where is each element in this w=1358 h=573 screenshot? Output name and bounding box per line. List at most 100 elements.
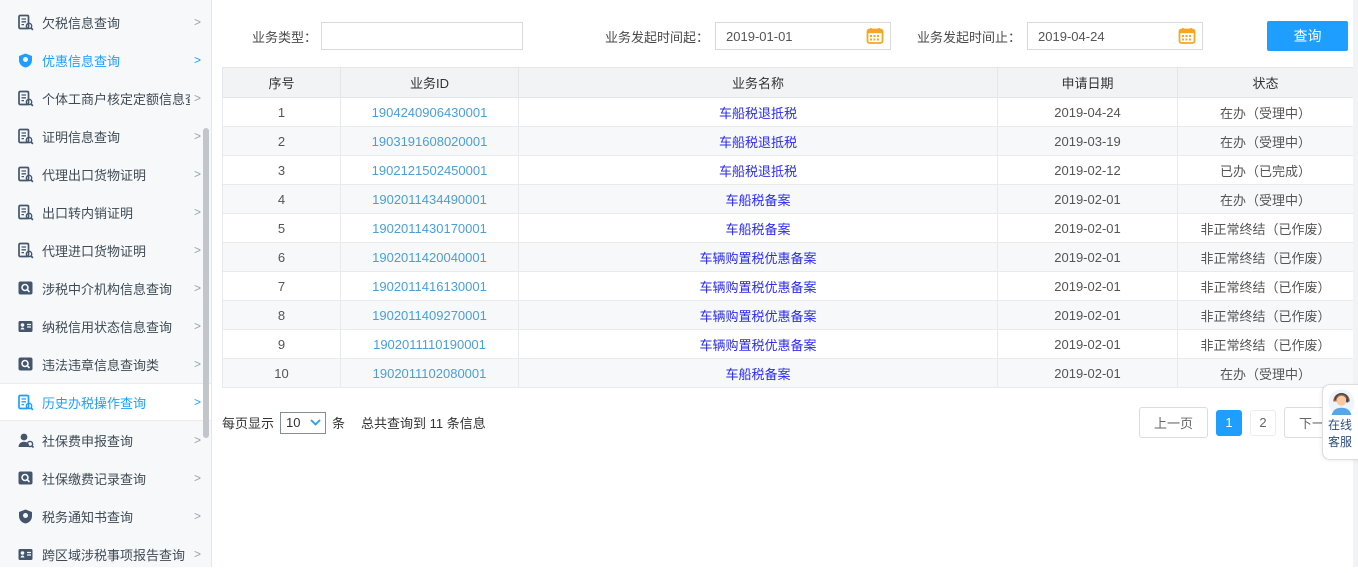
tax-intermediary-search-icon — [17, 280, 34, 297]
start-date-label: 业务发起时间起： — [605, 27, 709, 46]
cell-business-name: 车辆购置税优惠备案 — [519, 301, 998, 330]
sidebar-scrollbar-thumb[interactable] — [203, 128, 209, 438]
pager-buttons: 上一页 12 下一页 — [1131, 407, 1353, 438]
search-button[interactable]: 查询 — [1267, 21, 1348, 51]
page-size-prefix: 每页显示 — [222, 413, 274, 432]
sidebar-item-label: 跨区域涉税事项报告查询 — [42, 545, 190, 564]
page-number-button[interactable]: 1 — [1216, 410, 1242, 436]
cell-serial: 9 — [223, 330, 341, 359]
calendar-icon[interactable] — [866, 27, 884, 45]
sidebar: 欠税信息查询>优惠信息查询>个体工商户核定定额信息查询>证明信息查询>代理出口货… — [0, 0, 212, 567]
business-id-link[interactable]: 1902121502450001 — [372, 163, 488, 178]
sidebar-item[interactable]: 违法违章信息查询类> — [0, 345, 211, 383]
business-name-link[interactable]: 车辆购置税优惠备案 — [699, 251, 816, 266]
business-name-link[interactable]: 车辆购置税优惠备案 — [699, 280, 816, 295]
cell-business-id: 1902011409270001 — [341, 301, 519, 330]
agent-import-goods-icon — [17, 242, 34, 259]
social-security-record-icon — [17, 470, 34, 487]
cell-apply-date: 2019-02-01 — [998, 272, 1178, 301]
sidebar-item[interactable]: 欠税信息查询> — [0, 3, 211, 41]
sidebar-item[interactable]: 跨区域涉税事项报告查询> — [0, 535, 211, 573]
business-name-link[interactable]: 车船税备案 — [725, 222, 790, 237]
table-row: 21903191608020001车船税退抵税2019-03-19在办（受理中） — [223, 127, 1354, 156]
sidebar-item-label: 涉税中介机构信息查询 — [42, 279, 190, 298]
business-name-link[interactable]: 车辆购置税优惠备案 — [699, 338, 816, 353]
history-tax-operation-icon — [17, 394, 34, 411]
business-name-link[interactable]: 车船税退抵税 — [719, 164, 797, 179]
total-count-text: 总共查询到 11 条信息 — [361, 413, 486, 432]
start-date-input[interactable] — [716, 29, 846, 44]
prev-page-button[interactable]: 上一页 — [1139, 407, 1208, 438]
business-name-link[interactable]: 车辆购置税优惠备案 — [699, 309, 816, 324]
business-id-link[interactable]: 1903191608020001 — [372, 134, 488, 149]
business-id-link[interactable]: 1902011434490001 — [372, 192, 487, 207]
cell-business-id: 1902011420040001 — [341, 243, 519, 272]
cell-apply-date: 2019-02-01 — [998, 330, 1178, 359]
chevron-right-icon: > — [194, 281, 201, 295]
business-name-link[interactable]: 车船税退抵税 — [719, 135, 797, 150]
pagination-bar: 每页显示 10 条 总共查询到 11 条信息 上一页 12 下一页 — [222, 407, 1353, 438]
end-date-field[interactable] — [1027, 22, 1203, 50]
chevron-right-icon: > — [194, 471, 201, 485]
sidebar-item[interactable]: 纳税信用状态信息查询 > — [0, 307, 211, 345]
cell-serial: 5 — [223, 214, 341, 243]
sidebar-item[interactable]: 优惠信息查询> — [0, 41, 211, 79]
page-number-button[interactable]: 2 — [1250, 410, 1276, 436]
chevron-right-icon: > — [194, 243, 201, 257]
table-row: 71902011416130001车辆购置税优惠备案2019-02-01非正常终… — [223, 272, 1354, 301]
sidebar-item[interactable]: 代理进口货物证明> — [0, 231, 211, 269]
table-header-cell: 业务名称 — [519, 68, 998, 98]
sidebar-item[interactable]: 代理出口货物证明> — [0, 155, 211, 193]
business-id-link[interactable]: 1902011102080001 — [373, 366, 487, 381]
cell-status: 已办（已完成） — [1178, 156, 1354, 185]
sidebar-item[interactable]: 涉税中介机构信息查询 > — [0, 269, 211, 307]
sidebar-item-label: 出口转内销证明 — [42, 203, 190, 222]
cell-business-name: 车辆购置税优惠备案 — [519, 272, 998, 301]
sidebar-item[interactable]: 证明信息查询> — [0, 117, 211, 155]
business-id-link[interactable]: 1902011409270001 — [372, 308, 487, 323]
chevron-right-icon: > — [194, 53, 201, 67]
tax-arrears-search-icon — [17, 14, 34, 31]
end-date-label: 业务发起时间止： — [917, 27, 1021, 46]
sidebar-item-label: 纳税信用状态信息查询 — [42, 317, 190, 336]
calendar-icon[interactable] — [1178, 27, 1196, 45]
chevron-right-icon: > — [194, 357, 201, 371]
sidebar-item[interactable]: 社保费申报查询> — [0, 421, 211, 459]
business-id-link[interactable]: 1902011420040001 — [372, 250, 487, 265]
chevron-right-icon: > — [194, 91, 201, 105]
business-id-link[interactable]: 1902011430170001 — [372, 221, 487, 236]
cell-apply-date: 2019-04-24 — [998, 98, 1178, 127]
sidebar-item[interactable]: 历史办税操作查询> — [0, 383, 211, 421]
start-date-field[interactable] — [715, 22, 891, 50]
chevron-right-icon: > — [194, 319, 201, 333]
table-row: 91902011110190001车辆购置税优惠备案2019-02-01非正常终… — [223, 330, 1354, 359]
customer-service-avatar-icon — [1328, 389, 1355, 416]
chevron-right-icon: > — [194, 15, 201, 29]
business-id-link[interactable]: 1902011416130001 — [372, 279, 487, 294]
sidebar-item[interactable]: 出口转内销证明> — [0, 193, 211, 231]
business-type-label: 业务类型： — [252, 27, 317, 46]
sidebar-item[interactable]: 个体工商户核定定额信息查询> — [0, 79, 211, 117]
individual-business-quota-icon — [17, 90, 34, 107]
sidebar-item-label: 代理出口货物证明 — [42, 165, 190, 184]
sidebar-item-label: 证明信息查询 — [42, 127, 190, 146]
business-id-link[interactable]: 1902011110190001 — [373, 337, 486, 352]
agent-export-goods-icon — [17, 166, 34, 183]
business-name-link[interactable]: 车船税备案 — [725, 367, 790, 382]
sidebar-item[interactable]: 社保缴费记录查询> — [0, 459, 211, 497]
business-id-link[interactable]: 1904240906430001 — [372, 105, 488, 120]
page-size-select[interactable]: 10 — [280, 412, 326, 434]
business-type-input[interactable] — [321, 22, 523, 50]
end-date-input[interactable] — [1028, 29, 1158, 44]
business-name-link[interactable]: 车船税退抵税 — [719, 106, 797, 121]
page-scrollbar-track[interactable] — [1353, 0, 1358, 567]
online-service-label-line1: 在线 — [1328, 418, 1358, 433]
violation-info-search-icon — [17, 356, 34, 373]
tax-credit-status-icon — [17, 318, 34, 335]
cell-business-id: 1902011434490001 — [341, 185, 519, 214]
table-row: 51902011430170001车船税备案2019-02-01非正常终结（已作… — [223, 214, 1354, 243]
table-row: 81902011409270001车辆购置税优惠备案2019-02-01非正常终… — [223, 301, 1354, 330]
business-name-link[interactable]: 车船税备案 — [725, 193, 790, 208]
sidebar-item[interactable]: 税务通知书查询> — [0, 497, 211, 535]
online-service-widget[interactable]: 在线 客服 — [1322, 384, 1358, 460]
